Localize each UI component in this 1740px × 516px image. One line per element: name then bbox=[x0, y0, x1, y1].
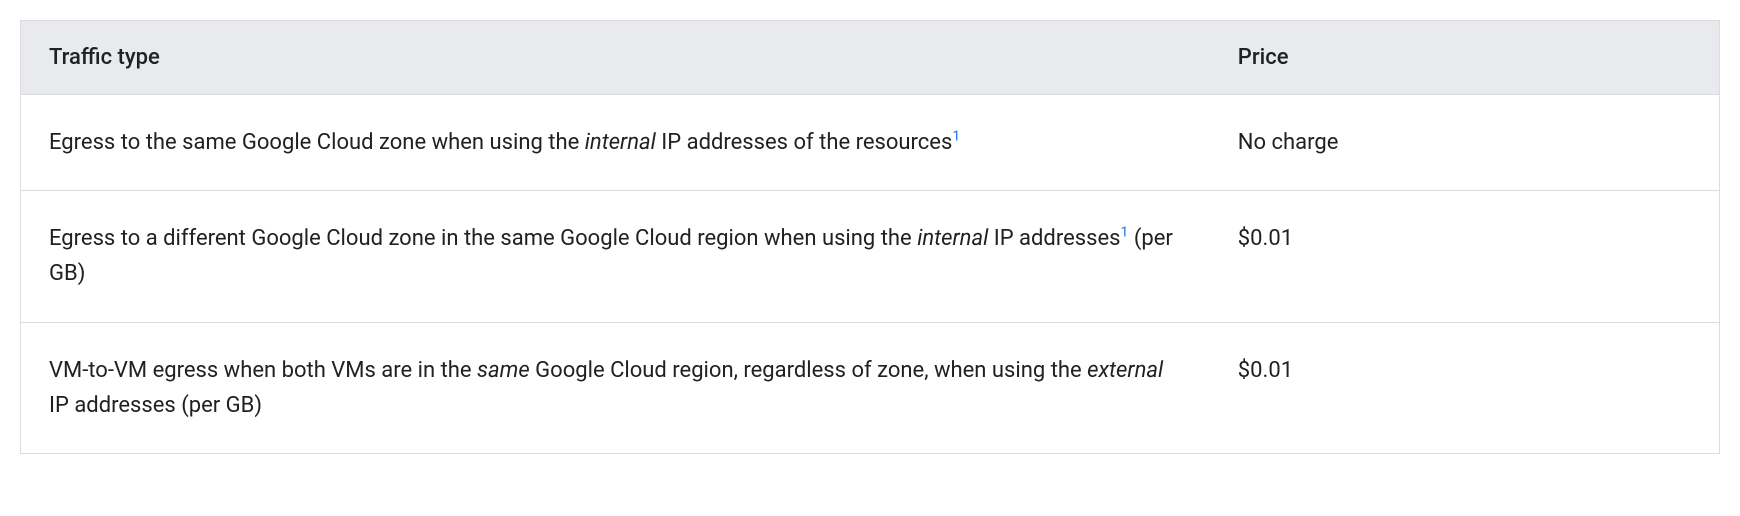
desc-text: Egress to a different Google Cloud zone … bbox=[49, 226, 917, 251]
desc-text: VM-to-VM egress when both VMs are in the bbox=[49, 358, 477, 383]
pricing-table: Traffic type Price Egress to the same Go… bbox=[20, 20, 1720, 454]
table-row: VM-to-VM egress when both VMs are in the… bbox=[21, 322, 1720, 453]
traffic-type-cell: Egress to the same Google Cloud zone whe… bbox=[21, 95, 1210, 191]
price-cell: $0.01 bbox=[1210, 191, 1720, 322]
table-row: Egress to the same Google Cloud zone whe… bbox=[21, 95, 1720, 191]
traffic-type-cell: VM-to-VM egress when both VMs are in the… bbox=[21, 322, 1210, 453]
desc-text: IP addresses of the resources bbox=[656, 130, 952, 155]
desc-text: IP addresses bbox=[988, 226, 1120, 251]
table-row: Egress to a different Google Cloud zone … bbox=[21, 191, 1720, 322]
table-header-row: Traffic type Price bbox=[21, 21, 1720, 95]
footnote-link[interactable]: 1 bbox=[952, 129, 960, 145]
desc-emphasis: internal bbox=[585, 130, 656, 155]
desc-emphasis: same bbox=[477, 358, 530, 383]
desc-text: Egress to the same Google Cloud zone whe… bbox=[49, 130, 585, 155]
header-price: Price bbox=[1210, 21, 1720, 95]
desc-emphasis: external bbox=[1087, 358, 1163, 383]
price-cell: $0.01 bbox=[1210, 322, 1720, 453]
header-traffic-type: Traffic type bbox=[21, 21, 1210, 95]
traffic-type-cell: Egress to a different Google Cloud zone … bbox=[21, 191, 1210, 322]
price-cell: No charge bbox=[1210, 95, 1720, 191]
desc-text: Google Cloud region, regardless of zone,… bbox=[530, 358, 1087, 383]
desc-text: IP addresses (per GB) bbox=[49, 393, 262, 418]
desc-emphasis: internal bbox=[917, 226, 988, 251]
